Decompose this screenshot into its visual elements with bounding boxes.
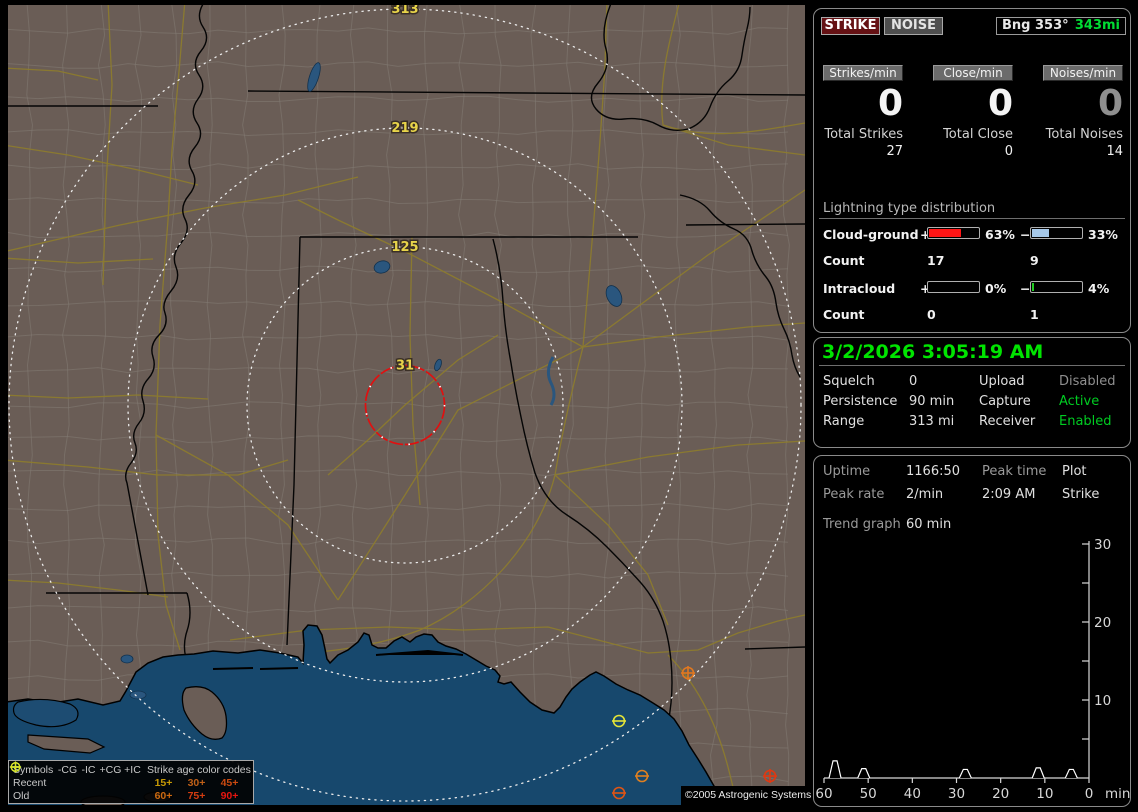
noises-column: Noises/min 0 Total Noises 14 — [1043, 65, 1123, 159]
distribution-title: Lightning type distribution — [823, 201, 996, 216]
ic-plus-bar — [927, 281, 980, 293]
total-close-value: 0 — [1004, 144, 1013, 159]
close-per-min-value: 0 — [987, 83, 1013, 124]
lightning-map[interactable]: 313 219 125 31 Symbols -CG -IC +CG +IC Stri… — [8, 5, 811, 805]
range-ring-label: 313 — [391, 5, 418, 17]
cg-minus-bar — [1030, 227, 1083, 239]
legend-age-header: Strike age color codes — [147, 763, 251, 776]
strikes-per-min-label: Strikes/min — [823, 65, 903, 81]
svg-text:30: 30 — [1094, 537, 1111, 553]
bearing-value: Bng 353° — [1002, 18, 1069, 33]
svg-text:30: 30 — [948, 786, 965, 802]
map-legend: Symbols -CG -IC +CG +IC Strike age color… — [8, 760, 254, 804]
total-strikes-label: Total Strikes — [824, 127, 903, 142]
noises-per-min-value: 0 — [1097, 83, 1123, 124]
trend-graph: 30 20 10 60 50 40 30 20 10 0 min — [815, 537, 1130, 802]
svg-text:10: 10 — [1036, 786, 1053, 802]
stats-panel: STRIKE NOISE Bng 353° 343mi Strikes/min … — [813, 8, 1131, 333]
ic-minus-bar — [1030, 281, 1083, 293]
noises-per-min-label: Noises/min — [1043, 65, 1123, 81]
strikes-per-min-value: 0 — [877, 83, 903, 124]
close-column: Close/min 0 Total Close 0 — [933, 65, 1013, 159]
cg-plus-bar — [927, 227, 980, 239]
range-ring-label: 31 — [396, 359, 414, 374]
svg-text:20: 20 — [992, 786, 1009, 802]
total-strikes-value: 27 — [886, 144, 903, 159]
bearing-range: 343mi — [1074, 18, 1120, 33]
total-noises-value: 14 — [1106, 144, 1123, 159]
bearing-indicator: Bng 353° 343mi — [996, 17, 1126, 35]
cloud-ground-row: Cloud-ground + 63% − 33% — [823, 227, 1118, 242]
copyright-notice: ©2005 Astrogenic Systems — [681, 786, 811, 805]
range-ring-label: 219 — [391, 121, 418, 136]
svg-text:20: 20 — [1094, 615, 1111, 631]
strike-button[interactable]: STRIKE — [821, 17, 880, 35]
svg-text:0: 0 — [1085, 786, 1094, 802]
close-per-min-label: Close/min — [933, 65, 1013, 81]
status-panel: 3/2/2026 3:05:19 AM Squelch 0 Upload Dis… — [813, 337, 1131, 448]
datetime-display: 3/2/2026 3:05:19 AM — [822, 341, 1044, 363]
svg-text:min: min — [1105, 786, 1130, 802]
total-close-label: Total Close — [943, 127, 1013, 142]
range-ring-label: 125 — [391, 240, 418, 255]
svg-text:50: 50 — [860, 786, 877, 802]
strikes-column: Strikes/min 0 Total Strikes 27 — [823, 65, 903, 159]
total-noises-label: Total Noises — [1045, 127, 1123, 142]
noise-button[interactable]: NOISE — [884, 17, 943, 35]
trend-panel: Uptime 1166:50 Peak time Plot Peak rate … — [813, 455, 1131, 807]
svg-text:10: 10 — [1094, 693, 1111, 709]
svg-text:40: 40 — [904, 786, 921, 802]
svg-text:60: 60 — [815, 786, 832, 802]
intracloud-row: Intracloud + 0% − 4% — [823, 281, 1110, 296]
